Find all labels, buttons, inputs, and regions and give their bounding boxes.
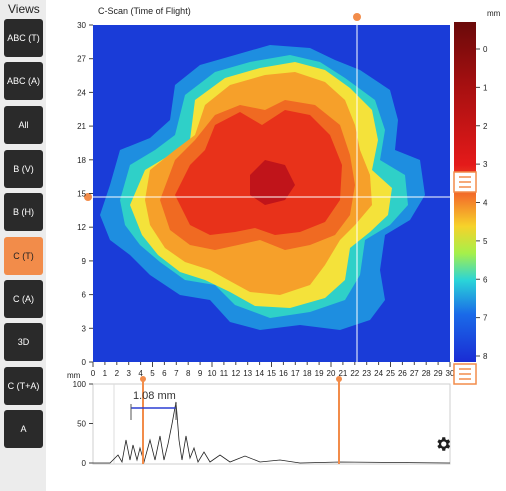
x-tick-label: 10 [208, 369, 217, 378]
y-tick-label: 15 [77, 190, 86, 199]
colorbar-tick-label: 5 [483, 237, 488, 246]
gear-icon[interactable] [434, 435, 452, 453]
colorbar-tick-label: 2 [483, 122, 488, 131]
x-tick-label: 25 [386, 369, 395, 378]
y-tick-label: 27 [77, 55, 86, 64]
x-tick-label: 5 [150, 369, 155, 378]
x-tick-label: 20 [327, 369, 336, 378]
x-tick-label: 0 [91, 369, 96, 378]
y-tick-label: 3 [82, 324, 87, 333]
x-tick-label: 11 [220, 369, 229, 378]
colorbar-axis: 0 1 2 3 4 5 6 7 8 [476, 45, 488, 361]
x-tick-label: 1 [103, 369, 108, 378]
x-tick-label: 6 [162, 369, 167, 378]
x-tick-label: 26 [398, 369, 407, 378]
y-tick-label: 21 [77, 122, 86, 131]
y-axis: 302724211815129630 [77, 21, 93, 367]
x-tick-label: 19 [315, 369, 324, 378]
x-tick-label: 17 [291, 369, 300, 378]
y-tick-label: 0 [82, 358, 87, 367]
ascan-y-axis: 100 50 0 [73, 380, 93, 468]
x-tick-label: 15 [267, 369, 276, 378]
colorbar-handle-lower[interactable] [453, 363, 477, 385]
x-tick-label: 14 [255, 369, 264, 378]
colorbar-unit: mm [487, 9, 501, 18]
x-tick-label: 16 [279, 369, 288, 378]
colorbar-handle-upper[interactable] [453, 171, 477, 193]
crosshair-top-handle[interactable] [353, 13, 361, 21]
x-tick-label: 27 [410, 369, 419, 378]
y-tick-label: 6 [82, 291, 87, 300]
colorbar-tick-label: 8 [483, 352, 488, 361]
ascan-plot[interactable]: 1.08 mm [92, 376, 451, 465]
x-axis: 0 1 2 3 4 5 6 7 8 9 10 11 12 13 14 15 16 17 18 19 20 21 22 23 24… [91, 362, 455, 378]
x-tick-label: 22 [350, 369, 359, 378]
colorbar-tick-label: 6 [483, 275, 488, 284]
y-tick-label: 24 [77, 88, 86, 97]
x-tick-label: 12 [231, 369, 240, 378]
colorbar-tick-label: 3 [483, 160, 488, 169]
x-tick-label: 13 [243, 369, 252, 378]
x-tick-label: 23 [362, 369, 371, 378]
colorbar-tick-label: 1 [483, 83, 488, 92]
x-tick-label: 2 [115, 369, 120, 378]
ascan-y-tick-label: 50 [77, 420, 86, 429]
x-tick-label: 7 [174, 369, 179, 378]
y-tick-label: 12 [77, 223, 86, 232]
x-tick-label: 18 [303, 369, 312, 378]
x-tick-label: 29 [434, 369, 443, 378]
y-tick-label: 18 [77, 156, 86, 165]
x-axis-unit: mm [67, 371, 81, 380]
colorbar-tick-label: 0 [483, 45, 488, 54]
colorbar-tick-label: 4 [483, 199, 488, 208]
ascan-y-tick-label: 100 [73, 380, 87, 389]
y-tick-label: 30 [77, 21, 86, 30]
x-tick-label: 24 [374, 369, 383, 378]
y-tick-label: 9 [82, 257, 87, 266]
x-tick-label: 9 [198, 369, 203, 378]
cscan-figure: 0 1 2 3 4 5 6 7 8 9 10 11 12 13 14 15 16 17 18 19 20 21 22 23 24… [67, 9, 501, 468]
colorbar-tick-label: 7 [483, 314, 488, 323]
x-tick-label: 8 [186, 369, 191, 378]
cscan-image[interactable] [93, 25, 450, 362]
ascan-y-tick-label: 0 [82, 459, 87, 468]
x-tick-label: 3 [126, 369, 131, 378]
x-tick-label: 28 [422, 369, 431, 378]
thickness-measure-label: 1.08 mm [133, 390, 176, 402]
